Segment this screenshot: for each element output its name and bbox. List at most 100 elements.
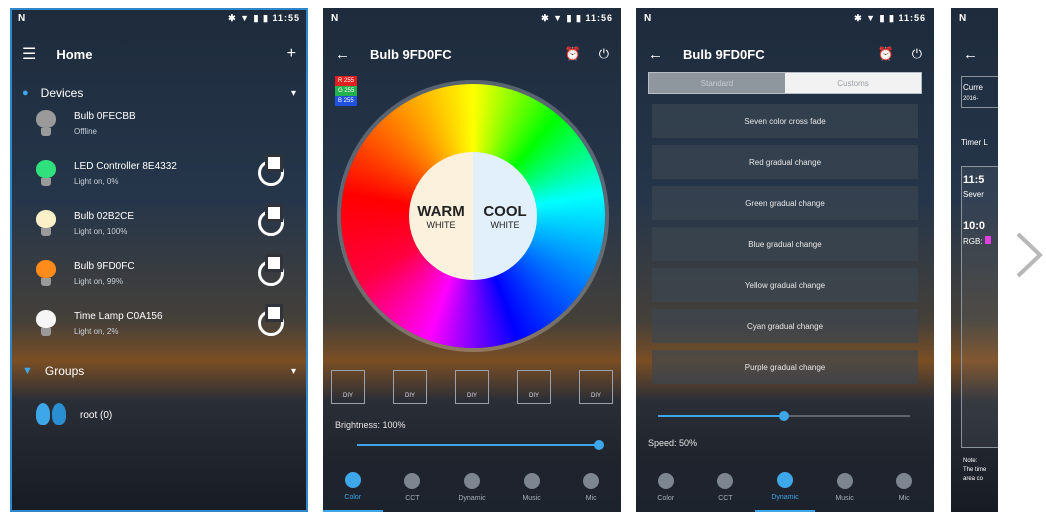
groups-icon: ▼ xyxy=(22,365,33,377)
brightness-slider-thumb[interactable] xyxy=(594,440,604,450)
app-bar: ← Bulb 9FD0FC ⏰ ⏻ xyxy=(636,34,934,74)
device-item[interactable]: Time Lamp C0A156 Light on, 2% xyxy=(10,298,308,348)
brightness-label: Brightness: 100% xyxy=(335,420,406,430)
groups-section-header[interactable]: ▼ Groups ▾ xyxy=(10,356,308,386)
diy-button[interactable]: DIY xyxy=(393,370,427,404)
segment-customs[interactable]: Customs xyxy=(785,73,921,93)
dynamic-icon xyxy=(463,472,480,489)
device-item[interactable]: Bulb 0FECBB Offline xyxy=(10,98,308,148)
bulb-icon xyxy=(36,260,56,286)
current-date: 2016- xyxy=(963,96,979,102)
mode-item[interactable]: Cyan gradual change xyxy=(652,309,918,343)
tab-dynamic[interactable]: Dynamic xyxy=(442,462,502,512)
tab-dynamic[interactable]: Dynamic xyxy=(755,462,815,512)
device-item[interactable]: Bulb 9FD0FC Light on, 99% xyxy=(10,248,308,298)
rgb-readout: R 255 G 255 B 255 xyxy=(335,76,358,106)
back-arrow-icon[interactable]: ← xyxy=(648,46,663,63)
speed-label: Speed: 50% xyxy=(648,438,698,448)
carrier-icon: N xyxy=(18,12,26,24)
tab-cct[interactable]: CCT xyxy=(383,462,443,512)
note-text: area co xyxy=(963,476,984,482)
tab-mic[interactable]: Mic xyxy=(874,462,934,512)
app-bar: ☰ Home + xyxy=(10,34,308,74)
status-bar: N ✱ ▼ ▮ ▮ 11:56 xyxy=(636,8,934,28)
status-bar: N ✱ ▼ ▮ ▮ 11:56 xyxy=(323,8,621,28)
group-item[interactable]: root (0) xyxy=(10,389,308,439)
color-icon xyxy=(657,472,674,489)
mode-item[interactable]: Blue gradual change xyxy=(652,227,918,261)
diy-button[interactable]: DIY xyxy=(331,370,365,404)
diy-button[interactable]: DIY xyxy=(517,370,551,404)
device-item[interactable]: Bulb 02B2CE Light on, 100% xyxy=(10,198,308,248)
tab-music[interactable]: Music xyxy=(815,462,875,512)
cool-label: COOL xyxy=(483,202,527,220)
mode-item[interactable]: Green gradual change xyxy=(652,186,918,220)
device-item[interactable]: LED Controller 8E4332 Light on, 0% xyxy=(10,148,308,198)
power-icon[interactable]: ⏻ xyxy=(912,46,922,62)
mic-icon xyxy=(896,472,913,489)
timer-list-label: Timer L xyxy=(961,138,988,147)
timer-time[interactable]: 10:0 xyxy=(963,220,985,232)
red-value: R 255 xyxy=(335,76,358,86)
mode-item[interactable]: Yellow gradual change xyxy=(652,268,918,302)
carrier-icon: N xyxy=(959,12,967,24)
alarm-icon[interactable]: ⏰ xyxy=(878,46,894,62)
device-status: Light on, 100% xyxy=(74,226,128,236)
status-icons: ✱ ▼ ▮ ▮ 11:56 xyxy=(541,12,613,23)
bulb-icon xyxy=(36,110,56,136)
status-icons: ✱ ▼ ▮ ▮ 11:56 xyxy=(854,12,926,23)
chevron-down-icon: ▾ xyxy=(290,365,296,377)
timer-mode: Sever xyxy=(963,190,984,199)
timer-screen-partial: N ← Curre 2016- Timer L 11:5 Sever 10:0 … xyxy=(951,8,998,512)
tab-music[interactable]: Music xyxy=(502,462,562,512)
power-icon[interactable]: ⏻ xyxy=(599,46,609,62)
back-arrow-icon[interactable]: ← xyxy=(963,46,978,63)
clock: 11:55 xyxy=(272,12,300,23)
status-bar: N xyxy=(951,8,998,28)
segment-standard[interactable]: Standard xyxy=(649,73,785,93)
speed-slider-thumb[interactable] xyxy=(779,411,789,421)
back-arrow-icon[interactable]: ← xyxy=(335,46,350,63)
diy-button[interactable]: DIY xyxy=(579,370,613,404)
timer-rgb: RGB: xyxy=(963,236,991,246)
tab-color[interactable]: Color xyxy=(636,462,696,512)
tab-cct[interactable]: CCT xyxy=(696,462,756,512)
cool-white-button[interactable]: COOL WHITE xyxy=(473,152,537,280)
carrier-icon: N xyxy=(644,12,652,24)
tab-color[interactable]: Color xyxy=(323,462,383,512)
dynamic-icon xyxy=(776,471,793,488)
color-swatch xyxy=(984,236,991,244)
warm-label: WARM xyxy=(417,202,465,220)
power-toggle-icon[interactable] xyxy=(258,157,284,186)
diy-button[interactable]: DIY xyxy=(455,370,489,404)
power-toggle-icon[interactable] xyxy=(258,307,284,336)
timer-list xyxy=(961,166,998,448)
current-label: Curre xyxy=(963,83,984,92)
chevron-right-icon[interactable] xyxy=(1012,232,1046,278)
speed-slider[interactable] xyxy=(658,411,910,421)
bulb-icon xyxy=(36,310,56,336)
dynamic-screen: N ✱ ▼ ▮ ▮ 11:56 ← Bulb 9FD0FC ⏰ ⏻ Standa… xyxy=(636,8,934,512)
add-icon[interactable]: + xyxy=(287,45,296,63)
note-label: Note: xyxy=(963,458,978,464)
menu-icon[interactable]: ☰ xyxy=(22,44,36,64)
mode-item[interactable]: Red gradual change xyxy=(652,145,918,179)
device-status: Light on, 99% xyxy=(74,276,123,286)
power-toggle-icon[interactable] xyxy=(258,207,284,236)
group-name: root (0) xyxy=(80,410,113,421)
music-icon xyxy=(836,472,853,489)
color-wheel[interactable]: WARM WHITE COOL WHITE xyxy=(341,84,605,348)
mode-item[interactable]: Purple gradual change xyxy=(652,350,918,384)
chevron-down-icon: ▾ xyxy=(290,87,296,99)
warm-white-label: WHITE xyxy=(426,219,456,230)
tab-mic[interactable]: Mic xyxy=(561,462,621,512)
alarm-icon[interactable]: ⏰ xyxy=(565,46,581,62)
power-toggle-icon[interactable] xyxy=(258,257,284,286)
device-status: Light on, 2% xyxy=(74,326,119,336)
speed-slider-fill xyxy=(658,415,784,417)
warm-white-button[interactable]: WARM WHITE xyxy=(409,152,473,280)
brightness-slider[interactable] xyxy=(357,440,604,450)
mode-item[interactable]: Seven color cross fade xyxy=(652,104,918,138)
timer-time[interactable]: 11:5 xyxy=(963,174,984,186)
color-screen: N ✱ ▼ ▮ ▮ 11:56 ← Bulb 9FD0FC ⏰ ⏻ R 255 … xyxy=(323,8,621,512)
